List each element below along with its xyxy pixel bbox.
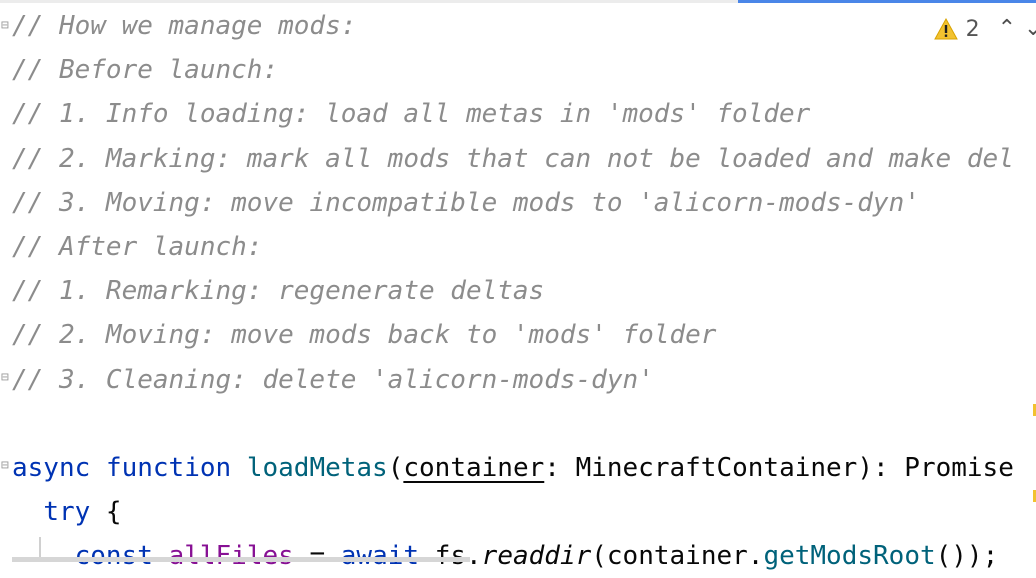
code-token: container [403,452,545,483]
code-line[interactable]: // How we manage mods: [12,4,1036,48]
code-line[interactable]: // 3. Cleaning: delete 'alicorn-mods-dyn… [12,358,1036,402]
code-token: (container. [591,541,764,572]
code-line[interactable]: // 2. Marking: mark all mods that can no… [12,137,1036,181]
code-token: loadMetas [246,452,388,483]
warning-icon [933,18,958,40]
warning-count: 2 [965,16,980,42]
horizontal-scrollbar[interactable] [12,557,470,562]
code-token: // After launch: [12,231,263,262]
code-token: // 2. Marking: mark all mods that can no… [12,143,1014,174]
code-line[interactable]: // Before launch: [12,48,1036,92]
code-token: ( [387,452,404,483]
active-tab-indicator [738,0,1036,3]
chevron-down-icon[interactable]: ⌄ [1024,18,1036,40]
code-token: : MinecraftContainer): Promise [544,452,1014,483]
code-token: getModsRoot [763,541,936,572]
code-line[interactable] [12,402,1036,446]
editor-gutter: ⊟ ⊟ ⊟ [0,0,12,562]
code-line[interactable]: try { [12,490,1036,534]
code-token: try [43,497,91,528]
code-token: // 3. Cleaning: delete 'alicorn-mods-dyn… [12,364,654,395]
code-token: // Before launch: [12,55,279,86]
code-token: // 3. Moving: move incompatible mods to … [12,187,920,218]
code-token: // 1. Info loading: load all metas in 'm… [12,99,811,130]
code-token: async [12,452,91,483]
code-line[interactable]: // 1. Info loading: load all metas in 'm… [12,92,1036,136]
fold-start-icon[interactable]: ⊟ [1,19,9,32]
chevron-up-icon[interactable]: ⌃ [998,18,1016,40]
code-token: function [105,452,232,483]
code-line[interactable]: // After launch: [12,225,1036,269]
fold-end-icon[interactable]: ⊟ [1,371,9,384]
code-token: // 2. Moving: move mods back to 'mods' f… [12,320,717,351]
fold-function-icon[interactable]: ⊟ [1,459,9,472]
code-line[interactable]: async function loadMetas(container: Mine… [12,446,1036,490]
code-token: ()); [935,541,999,572]
code-token: readdir [481,541,592,572]
code-editor[interactable]: // How we manage mods: // Before launch: /… [12,4,1036,578]
code-line[interactable]: // 1. Remarking: regenerate deltas [12,269,1036,313]
code-line[interactable]: // 3. Moving: move incompatible mods to … [12,181,1036,225]
code-token: // 1. Remarking: regenerate deltas [12,276,545,307]
code-line[interactable]: // 2. Moving: move mods back to 'mods' f… [12,313,1036,357]
code-token: { [90,497,122,528]
inspection-widget[interactable]: 2 ⌃ ⌄ [929,12,1036,46]
code-token: // How we manage mods: [12,11,357,41]
